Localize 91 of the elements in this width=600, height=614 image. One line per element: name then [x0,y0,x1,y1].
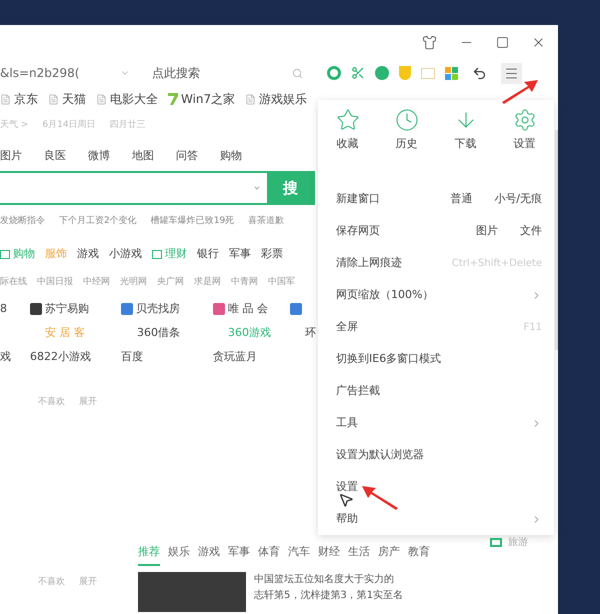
search-icon[interactable] [292,68,303,78]
feed-tab[interactable]: 体育 [258,544,280,566]
menu-item[interactable]: 切换到IE6多窗口模式 [318,343,554,375]
category-link[interactable]: 小游戏 [109,246,142,262]
feed-tab[interactable]: 房产 [378,544,400,566]
menu-item[interactable]: 工具 [318,407,554,439]
quick-menu-button[interactable]: 收藏 [318,108,377,171]
caret-icon [253,184,261,192]
feed-tab[interactable]: 生活 [348,544,370,566]
site-logo-icon [30,303,42,315]
star-icon [336,108,360,132]
news-headline[interactable]: 中国篮坛五位知名度大于实力的 [254,572,404,588]
page-icon [245,94,256,104]
site-link[interactable]: 苏宁易购 [45,300,89,318]
menu-item[interactable]: 设置 [318,471,554,503]
menu-item[interactable]: 保存网页 图片 文件 [318,215,554,247]
apps-icon[interactable] [445,66,458,80]
menu-item[interactable]: 新建窗口 普通 小号/无痕 [318,183,554,215]
category-link[interactable]: 游戏 [77,246,99,262]
search-tab[interactable]: 图片 [0,148,22,164]
address-field[interactable]: &ls=n2b298( [0,64,110,82]
hot-search-link[interactable]: 喜茶道歉 [248,215,284,229]
feed-tab[interactable]: 军事 [228,544,250,566]
site-logo-icon [121,303,133,315]
search-tab[interactable]: 地图 [132,148,154,164]
mouse-cursor-icon [338,492,354,508]
skin-icon[interactable] [422,34,437,50]
site-link[interactable]: 6822小游戏 [30,348,91,366]
site-link[interactable]: 贪玩蓝月 [213,348,257,366]
scissors-icon[interactable] [351,66,365,80]
menu-item[interactable]: 帮助 [318,503,554,535]
menu-button[interactable] [501,62,522,84]
site-link[interactable]: 环 [305,324,316,342]
menu-option[interactable]: 图片 [476,222,498,240]
quick-menu-button[interactable]: 设置 [495,108,554,171]
category-link[interactable]: 军事 [229,246,251,262]
quick-menu-button[interactable]: 下载 [436,108,495,171]
feed-tab[interactable]: 教育 [408,544,430,566]
travel-icon [490,538,502,547]
seven-logo-icon [168,93,178,105]
hot-search-link[interactable]: 下个月工资2个变化 [59,215,137,229]
feed-tab[interactable]: 娱乐 [168,544,190,566]
page-icon [96,94,107,104]
arrow-annotation [500,78,540,104]
category-link[interactable]: 彩票 [261,246,283,262]
arrow-annotation [360,484,400,510]
menu-icon [504,66,519,80]
feed-tab[interactable]: 汽车 [288,544,310,566]
quick-menu-button[interactable]: 历史 [377,108,436,171]
category-icon [152,250,162,258]
category-link[interactable]: 银行 [197,246,219,262]
shield-icon[interactable] [399,66,411,80]
hot-search-link[interactable]: 槽罐车爆炸已致19死 [150,215,234,229]
search-field[interactable]: 点此搜索 [152,64,292,82]
bookmark-link[interactable]: 电影大全 [110,90,158,108]
search-input[interactable] [0,171,269,205]
bookmark-link[interactable]: 京东 [14,90,38,108]
site-link[interactable]: 8 [0,300,7,318]
menu-option[interactable]: 小号/无痕 [494,190,542,208]
hot-search-link[interactable]: 发烧断指令 [0,215,45,229]
category-icon [0,250,10,258]
clock-icon [394,108,418,132]
site-link[interactable]: 360借条 [137,324,180,342]
menu-option[interactable]: 文件 [520,222,542,240]
site-link[interactable]: 唯 品 会 [228,300,268,318]
news-headline[interactable]: 志轩第5，沈梓捷第3，第1实至名 [254,588,404,604]
feed-tab[interactable]: 财经 [318,544,340,566]
bookmark-link[interactable]: 天猫 [62,90,86,108]
site-link[interactable]: 百度 [121,348,143,366]
undo-icon[interactable] [472,66,487,80]
site-link[interactable]: 戏 [0,348,11,366]
search-tab[interactable]: 购物 [220,148,242,164]
menu-item[interactable]: 广告拦截 [318,375,554,407]
menu-item[interactable]: 设置为默认浏览器 [318,439,554,471]
search-tab[interactable]: 良医 [44,148,66,164]
bookmark-link[interactable]: Win7之家 [181,90,236,108]
search-tab[interactable]: 问答 [176,148,198,164]
gear-icon [512,108,536,132]
bookmark-link[interactable]: 游戏娱乐 [259,90,308,108]
site-logo-icon [213,303,225,315]
site-logo-icon [290,303,302,315]
info-text: 6月14日周日 [42,119,96,132]
page-icon [48,94,59,104]
info-text: 四月廿三 [110,119,146,132]
menu-item[interactable]: 网页缩放（100%） [318,279,554,311]
menu-option[interactable]: 普通 [450,190,472,208]
site-link[interactable]: 贝壳找房 [136,300,180,318]
search-tab[interactable]: 微博 [88,148,110,164]
feed-tab[interactable]: 游戏 [198,544,220,566]
maximize-icon[interactable] [496,36,509,48]
page-icon [0,94,11,104]
